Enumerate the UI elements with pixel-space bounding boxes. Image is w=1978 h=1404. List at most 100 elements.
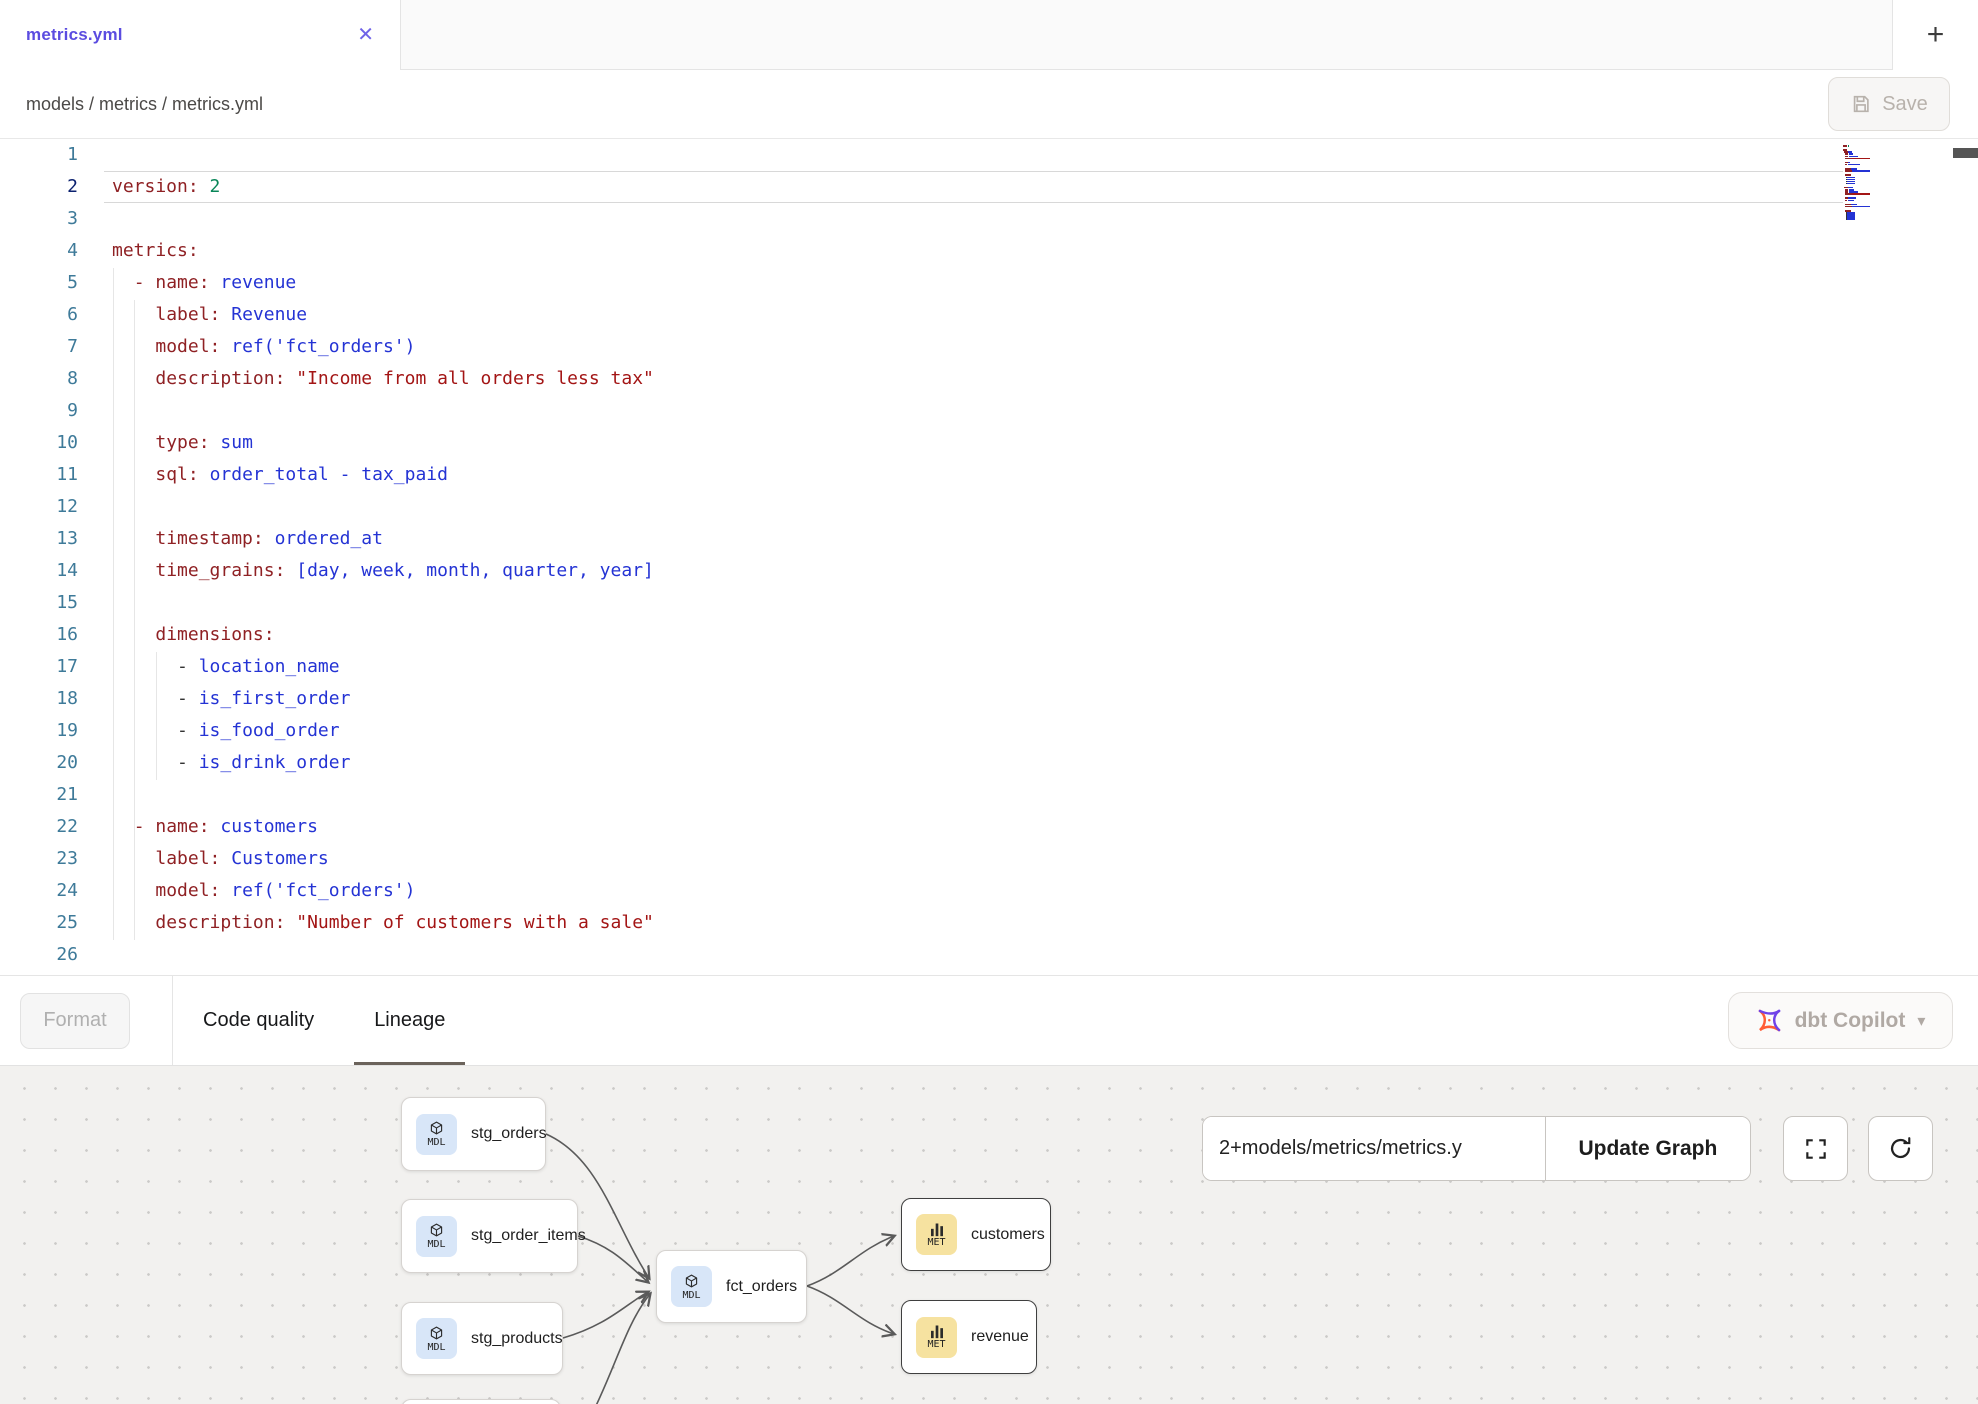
line-number: 24	[0, 875, 104, 907]
line-number: 15	[0, 587, 104, 619]
tab-bar: metrics.yml ✕ +	[0, 0, 1978, 70]
dbt-copilot-button[interactable]: dbt Copilot ▾	[1728, 992, 1953, 1049]
line-number: 6	[0, 299, 104, 331]
node-label: stg_products	[471, 1330, 563, 1348]
chevron-down-icon: ▾	[1917, 1011, 1925, 1031]
line-number: 18	[0, 683, 104, 715]
edge-stg_products-to-fct_orders	[563, 1292, 648, 1338]
tab-title: metrics.yml	[26, 25, 123, 45]
model-icon: MDL	[416, 1216, 457, 1257]
code-line: 14 time_grains: [day, week, month, quart…	[0, 555, 1978, 587]
node-label: revenue	[971, 1328, 1029, 1346]
tab-lineage[interactable]: Lineage	[344, 976, 475, 1066]
graph-filter-group: Update Graph	[1202, 1116, 1751, 1181]
code-editor[interactable]: 12version: 234metrics:5 - name: revenue6…	[0, 138, 1978, 975]
line-number: 10	[0, 427, 104, 459]
lineage-canvas[interactable]: MDLstg_ordersMDLstg_order_itemsMDLstg_pr…	[0, 1065, 1978, 1404]
overview-ruler-marker	[1953, 148, 1978, 158]
refresh-button[interactable]	[1868, 1116, 1933, 1181]
indent-guide	[156, 652, 157, 780]
node-label: fct_orders	[726, 1278, 797, 1296]
code-line: 10 type: sum	[0, 427, 1978, 459]
node-label: stg_order_items	[471, 1227, 586, 1245]
lineage-node-stg_order_items[interactable]: MDLstg_order_items	[401, 1199, 578, 1273]
edge-partial-to-fct_orders	[592, 1294, 650, 1404]
code-line: 15	[0, 587, 1978, 619]
line-number: 5	[0, 267, 104, 299]
indent-guide	[113, 268, 114, 940]
metric-icon: MET	[916, 1317, 957, 1358]
line-number: 3	[0, 203, 104, 235]
save-label: Save	[1882, 93, 1928, 116]
line-number: 25	[0, 907, 104, 939]
line-number: 16	[0, 619, 104, 651]
lineage-node-fct_orders[interactable]: MDL fct_orders	[656, 1250, 807, 1323]
save-button[interactable]: Save	[1828, 77, 1950, 131]
code-line: 18 - is_first_order	[0, 683, 1978, 715]
line-number: 7	[0, 331, 104, 363]
new-tab-button[interactable]: +	[1927, 18, 1945, 52]
code-line: 13 timestamp: ordered_at	[0, 523, 1978, 555]
code-line: 21	[0, 779, 1978, 811]
line-number: 22	[0, 811, 104, 843]
save-icon	[1850, 93, 1872, 115]
code-line: 5 - name: revenue	[0, 267, 1978, 299]
line-number: 9	[0, 395, 104, 427]
code-line: 17 - location_name	[0, 651, 1978, 683]
bottom-toolbar: Format Code quality Lineage dbt Copilot …	[0, 975, 1978, 1065]
lineage-node-revenue[interactable]: MET revenue	[901, 1300, 1037, 1374]
model-icon: MDL	[671, 1266, 712, 1307]
fullscreen-icon	[1803, 1136, 1829, 1162]
fullscreen-button[interactable]	[1783, 1116, 1848, 1181]
tab-bar-filler	[401, 0, 1892, 70]
code-line: 24 model: ref('fct_orders')	[0, 875, 1978, 907]
minimap[interactable]	[1843, 143, 1923, 220]
file-header: models / metrics / metrics.yml Save	[0, 70, 1978, 138]
code-line: 11 sql: order_total - tax_paid	[0, 459, 1978, 491]
dbt-copilot-icon	[1756, 1007, 1783, 1034]
code-line: 12	[0, 491, 1978, 523]
metric-icon: MET	[916, 1214, 957, 1255]
indent-guide	[134, 300, 135, 940]
code-line: 7 model: ref('fct_orders')	[0, 331, 1978, 363]
dbt-copilot-label: dbt Copilot	[1795, 1009, 1906, 1033]
line-number: 1	[0, 139, 104, 171]
code-line: 25 description: "Number of customers wit…	[0, 907, 1978, 939]
line-number: 4	[0, 235, 104, 267]
node-label: stg_orders	[471, 1125, 547, 1143]
code-lines: 12version: 234metrics:5 - name: revenue6…	[0, 139, 1978, 971]
lineage-node-stg_products[interactable]: MDL stg_products	[401, 1302, 563, 1375]
line-number: 12	[0, 491, 104, 523]
line-number: 17	[0, 651, 104, 683]
close-icon[interactable]: ✕	[357, 25, 374, 45]
refresh-icon	[1887, 1135, 1914, 1162]
node-label: customers	[971, 1226, 1045, 1244]
line-number: 11	[0, 459, 104, 491]
line-number: 23	[0, 843, 104, 875]
line-number: 13	[0, 523, 104, 555]
breadcrumb: models / metrics / metrics.yml	[26, 94, 263, 115]
tab-metrics-yml[interactable]: metrics.yml ✕	[0, 0, 401, 70]
lineage-node-customers[interactable]: MET customers	[901, 1198, 1051, 1271]
graph-filter-input[interactable]	[1203, 1117, 1545, 1180]
line-number: 21	[0, 779, 104, 811]
line-number: 8	[0, 363, 104, 395]
code-line: 4metrics:	[0, 235, 1978, 267]
line-number: 20	[0, 747, 104, 779]
line-number: 26	[0, 939, 104, 971]
lineage-node-partial[interactable]	[401, 1399, 561, 1404]
code-line: 26	[0, 939, 1978, 971]
lineage-node-stg_orders[interactable]: MDLstg_orders	[401, 1097, 546, 1171]
model-icon: MDL	[416, 1318, 457, 1359]
update-graph-button[interactable]: Update Graph	[1545, 1117, 1750, 1180]
code-line: 1	[0, 139, 1978, 171]
code-line: 23 label: Customers	[0, 843, 1978, 875]
code-line: 8 description: "Income from all orders l…	[0, 363, 1978, 395]
tab-code-quality[interactable]: Code quality	[173, 976, 344, 1066]
edge-fct_orders-to-customers	[807, 1236, 894, 1286]
format-button[interactable]: Format	[20, 993, 130, 1049]
code-line: 3	[0, 203, 1978, 235]
code-line: 16 dimensions:	[0, 619, 1978, 651]
code-line: 6 label: Revenue	[0, 299, 1978, 331]
edge-fct_orders-to-revenue	[807, 1286, 894, 1334]
